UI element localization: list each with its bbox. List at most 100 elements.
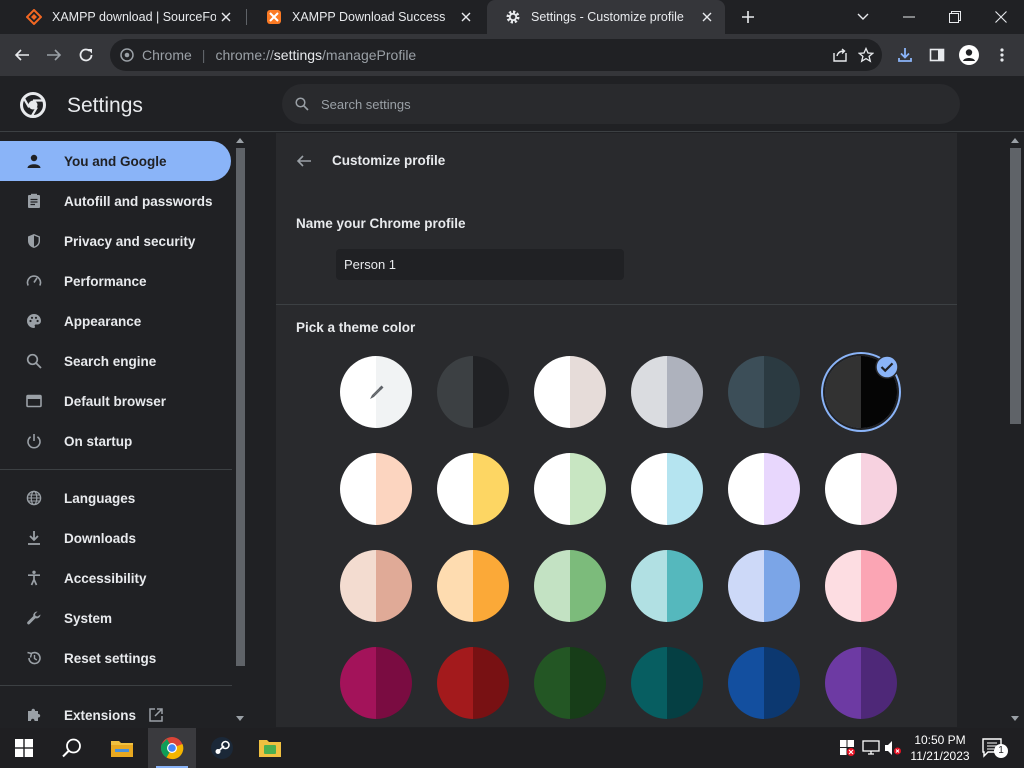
sourceforge-icon [26,9,42,25]
theme-swatch[interactable] [631,453,703,525]
minimize-button[interactable] [886,0,932,34]
close-window-button[interactable] [978,0,1024,34]
theme-swatch[interactable] [728,453,800,525]
sidebar-item-system[interactable]: System [0,598,231,638]
theme-swatch[interactable] [728,356,800,428]
theme-swatch[interactable] [728,550,800,622]
sidebar-item-accessibility[interactable]: Accessibility [0,558,231,598]
sidebar-item-label: Reset settings [64,650,157,666]
close-icon[interactable] [697,7,717,27]
browser-icon [24,391,44,411]
forward-button[interactable] [39,40,69,70]
search-input[interactable] [321,96,881,112]
chrome-taskbar-icon[interactable] [148,728,196,768]
theme-swatch[interactable] [437,550,509,622]
sidebar-item-privacy[interactable]: Privacy and security [0,221,231,261]
person-icon [24,151,44,171]
theme-swatch[interactable] [340,647,412,719]
theme-swatch[interactable] [340,550,412,622]
steam-icon[interactable] [198,728,246,768]
theme-swatch[interactable] [437,647,509,719]
side-panel-button[interactable] [922,40,952,70]
sidebar-item-search-engine[interactable]: Search engine [0,341,231,381]
back-button[interactable] [7,40,37,70]
download-icon [24,528,44,548]
speedometer-icon [24,271,44,291]
theme-swatch[interactable] [534,453,606,525]
sidebar-item-languages[interactable]: Languages [0,478,231,518]
globe-icon [24,488,44,508]
search-settings-box[interactable] [282,84,960,124]
theme-swatch[interactable] [437,356,509,428]
sidebar-item-reset[interactable]: Reset settings [0,638,231,678]
security-tray-icon[interactable] [839,739,855,757]
file-explorer-icon[interactable] [98,728,146,768]
sidebar-item-label: You and Google [64,153,167,169]
tab-xampp-sourceforge[interactable]: XAMPP download | SourceForge. [8,0,244,34]
sidebar-item-autofill[interactable]: Autofill and passwords [0,181,231,221]
accessibility-icon [24,568,44,588]
theme-swatch[interactable] [825,647,897,719]
start-button[interactable] [0,728,48,768]
main-scrollbar-thumb[interactable] [1010,148,1021,424]
menu-button[interactable] [987,40,1017,70]
shield-icon [24,231,44,251]
theme-swatch[interactable] [437,453,509,525]
downloads-button[interactable] [890,40,920,70]
taskbar-clock[interactable]: 10:50 PM 11/21/2023 [900,732,980,764]
profile-avatar[interactable] [954,40,984,70]
theme-swatch[interactable] [534,647,606,719]
restore-button[interactable] [932,0,978,34]
chrome-logo-icon [20,92,46,118]
theme-color-label: Pick a theme color [296,320,416,335]
theme-swatch[interactable] [340,453,412,525]
close-icon[interactable] [216,7,236,27]
settings-sidebar: You and Google Autofill and passwords Pr… [0,133,232,727]
sidebar-item-performance[interactable]: Performance [0,261,231,301]
eyedropper-icon [369,384,385,400]
taskbar-search-button[interactable] [48,728,96,768]
xampp-taskbar-icon[interactable] [246,728,294,768]
sidebar-item-appearance[interactable]: Appearance [0,301,231,341]
address-bar[interactable]: Chrome | chrome://settings/manageProfile [110,39,882,71]
theme-swatch[interactable] [728,647,800,719]
clock-time: 10:50 PM [914,733,966,747]
sidebar-item-on-startup[interactable]: On startup [0,421,231,461]
sidebar-scrollbar-thumb[interactable] [236,148,245,666]
theme-swatch[interactable] [534,550,606,622]
power-icon [24,431,44,451]
search-icon [24,351,44,371]
theme-swatch[interactable] [825,453,897,525]
reload-button[interactable] [71,40,101,70]
chrome-icon [120,48,134,62]
xampp-icon [266,9,282,25]
back-arrow-icon[interactable] [296,153,312,169]
windows-taskbar: 10:50 PM 11/21/2023 1 [0,728,1024,768]
profile-name-label: Name your Chrome profile [296,216,466,231]
page-title: Settings [67,94,143,117]
tab-settings[interactable]: Settings - Customize profile [487,0,725,34]
tab-title: Settings - Customize profile [531,10,684,24]
theme-swatch[interactable] [631,356,703,428]
tab-search-button[interactable] [840,0,886,34]
sidebar-item-label: Performance [64,273,147,289]
share-icon[interactable] [832,47,848,63]
bookmark-star-icon[interactable] [858,47,874,63]
puzzle-icon [24,705,44,725]
sidebar-item-downloads[interactable]: Downloads [0,518,231,558]
sidebar-item-label: Accessibility [64,570,147,586]
network-icon[interactable] [862,740,880,756]
tab-title: XAMPP download | SourceForge. [52,10,216,24]
profile-name-input[interactable] [336,249,624,280]
theme-swatch[interactable] [534,356,606,428]
theme-swatch[interactable] [631,647,703,719]
tab-xampp-success[interactable]: XAMPP Download Success [248,0,484,34]
theme-swatch[interactable] [825,550,897,622]
sidebar-item-default-browser[interactable]: Default browser [0,381,231,421]
close-icon[interactable] [456,7,476,27]
sidebar-item-label: Privacy and security [64,233,196,249]
sidebar-item-you-and-google[interactable]: You and Google [0,141,231,181]
theme-swatch[interactable] [631,550,703,622]
new-tab-button[interactable] [725,0,771,34]
clipboard-icon [24,191,44,211]
